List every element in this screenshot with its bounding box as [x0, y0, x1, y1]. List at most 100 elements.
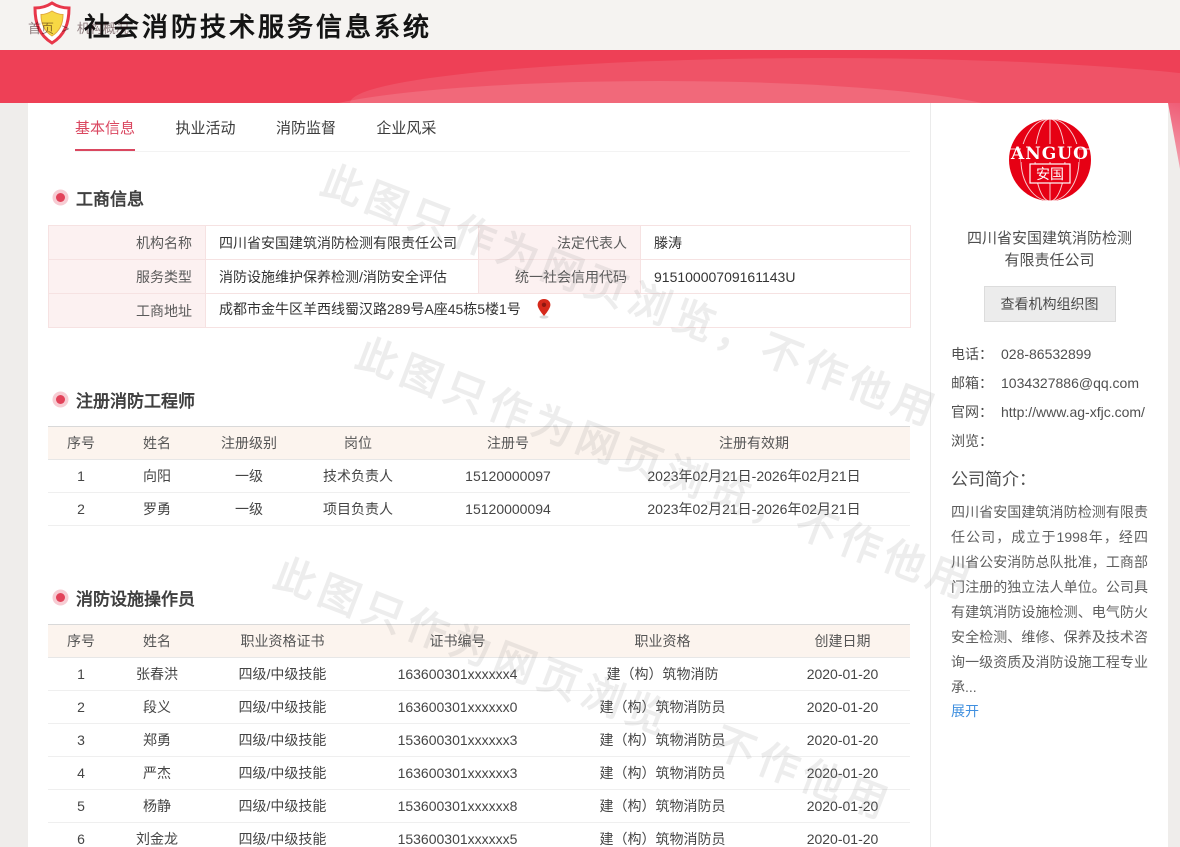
column-header: 序号 [48, 427, 114, 460]
phone-label: 电话： [951, 344, 1001, 364]
table-cell: 罗勇 [114, 493, 200, 526]
table-cell: 建（构）筑物消防员 [550, 691, 775, 724]
main-content: 基本信息 执业活动 消防监督 企业风采 工商信息 机构名称 四川省安国建筑消防检… [28, 103, 930, 847]
company-name: 四川省安国建筑消防检测 有限责任公司 [951, 228, 1148, 272]
views-value [1001, 431, 1148, 451]
section-bullet-icon [56, 395, 65, 404]
section-bullet-icon [56, 593, 65, 602]
column-header: 岗位 [298, 427, 418, 460]
table-cell: 1 [48, 460, 114, 493]
table-row: 4严杰四级/中级技能163600301xxxxxx3建（构）筑物消防员2020-… [48, 757, 910, 790]
table-cell: 四级/中级技能 [200, 658, 365, 691]
service-type-value: 消防设施维护保养检测/消防安全评估 [206, 260, 479, 294]
table-cell: 四级/中级技能 [200, 691, 365, 724]
business-info-table: 机构名称 四川省安国建筑消防检测有限责任公司 法定代表人 滕涛 服务类型 消防设… [48, 225, 911, 328]
table-cell: 项目负责人 [298, 493, 418, 526]
company-intro-text: 四川省安国建筑消防检测有限责任公司，成立于1998年，经四川省公安消防总队批准，… [951, 500, 1148, 700]
column-header: 注册有效期 [598, 427, 910, 460]
column-header: 姓名 [114, 427, 200, 460]
column-header: 职业资格 [550, 625, 775, 658]
table-cell: 郑勇 [114, 724, 200, 757]
view-org-chart-button[interactable]: 查看机构组织图 [984, 286, 1116, 322]
table-cell: 2020-01-20 [775, 823, 910, 847]
table-cell: 一级 [200, 493, 298, 526]
table-cell: 15120000094 [418, 493, 598, 526]
map-pin-icon[interactable] [537, 306, 551, 322]
section-title: 工商信息 [76, 185, 144, 210]
table-cell: 3 [48, 724, 114, 757]
section-operators-header: 消防设施操作员 [48, 585, 930, 610]
table-row: 3郑勇四级/中级技能153600301xxxxxx3建（构）筑物消防员2020-… [48, 724, 910, 757]
table-cell: 刘金龙 [114, 823, 200, 847]
column-header: 职业资格证书 [200, 625, 365, 658]
breadcrumb-home-link[interactable]: 首页 [28, 21, 54, 36]
expand-link[interactable]: 展开 [951, 701, 979, 721]
table-cell: 四级/中级技能 [200, 724, 365, 757]
table-cell: 四级/中级技能 [200, 823, 365, 847]
tab-basic-info[interactable]: 基本信息 [75, 117, 135, 151]
band-corner-decoration [1168, 103, 1180, 169]
table-cell: 5 [48, 790, 114, 823]
table-cell: 向阳 [114, 460, 200, 493]
website-label: 官网： [951, 402, 1001, 422]
table-cell: 1 [48, 658, 114, 691]
breadcrumb-band [0, 50, 1180, 103]
email-value: 1034327886@qq.com [1001, 373, 1148, 393]
section-business-info-header: 工商信息 [48, 185, 930, 210]
table-cell: 建（构）筑物消防员 [550, 790, 775, 823]
site-title: 社会消防技术服务信息系统 [84, 7, 432, 44]
tab-company-showcase[interactable]: 企业风采 [376, 117, 436, 149]
table-cell: 段义 [114, 691, 200, 724]
company-logo: ANGUO 安国 [951, 119, 1148, 206]
table-cell: 2020-01-20 [775, 757, 910, 790]
table-row: 5杨静四级/中级技能153600301xxxxxx8建（构）筑物消防员2020-… [48, 790, 910, 823]
section-engineers-header: 注册消防工程师 [48, 387, 930, 412]
table-cell: 2023年02月21日-2026年02月21日 [598, 493, 910, 526]
table-cell: 建（构）筑物消防员 [550, 823, 775, 847]
company-name-line1: 四川省安国建筑消防检测 [951, 228, 1148, 250]
breadcrumb-separator: > [62, 21, 70, 36]
address-value: 成都市金牛区羊西线蜀汉路289号A座45栋5楼1号 [206, 294, 911, 328]
address-label: 工商地址 [49, 294, 206, 328]
table-cell: 2023年02月21日-2026年02月21日 [598, 460, 910, 493]
table-cell: 163600301xxxxxx0 [365, 691, 550, 724]
table-header-row: 序号姓名职业资格证书证书编号职业资格创建日期 [48, 625, 910, 658]
column-header: 序号 [48, 625, 114, 658]
legal-rep-value: 滕涛 [641, 226, 911, 260]
content-card: 基本信息 执业活动 消防监督 企业风采 工商信息 机构名称 四川省安国建筑消防检… [28, 103, 1168, 847]
address-text: 成都市金牛区羊西线蜀汉路289号A座45栋5楼1号 [219, 301, 521, 317]
contact-info: 电话： 028-86532899 邮箱： 1034327886@qq.com 官… [951, 344, 1148, 451]
svg-text:安国: 安国 [1036, 166, 1064, 182]
phone-value: 028-86532899 [1001, 344, 1148, 364]
website-link[interactable]: http://www.ag-xfjc.com/ [1001, 402, 1148, 422]
company-name-line2: 有限责任公司 [951, 250, 1148, 272]
table-row: 服务类型 消防设施维护保养检测/消防安全评估 统一社会信用代码 91510000… [49, 260, 911, 294]
table-row: 机构名称 四川省安国建筑消防检测有限责任公司 法定代表人 滕涛 [49, 226, 911, 260]
svg-text:ANGUO: ANGUO [1010, 144, 1089, 164]
credit-code-label: 统一社会信用代码 [479, 260, 641, 294]
table-cell: 严杰 [114, 757, 200, 790]
table-cell: 建（构）筑物消防员 [550, 724, 775, 757]
table-cell: 153600301xxxxxx8 [365, 790, 550, 823]
table-cell: 153600301xxxxxx5 [365, 823, 550, 847]
views-row: 浏览： [951, 431, 1148, 451]
column-header: 姓名 [114, 625, 200, 658]
table-cell: 15120000097 [418, 460, 598, 493]
section-title: 注册消防工程师 [76, 387, 195, 412]
table-cell: 建（构）筑物消防员 [550, 757, 775, 790]
tab-fire-supervision[interactable]: 消防监督 [276, 117, 336, 149]
table-cell: 6 [48, 823, 114, 847]
operators-table: 序号姓名职业资格证书证书编号职业资格创建日期1张春洪四级/中级技能1636003… [48, 624, 910, 847]
table-header-row: 序号姓名注册级别岗位注册号注册有效期 [48, 427, 910, 460]
table-row: 6刘金龙四级/中级技能153600301xxxxxx5建（构）筑物消防员2020… [48, 823, 910, 847]
org-name-value: 四川省安国建筑消防检测有限责任公司 [206, 226, 479, 260]
company-intro-title: 公司简介： [951, 465, 1148, 490]
breadcrumb: 首页 > 机构概况 [28, 18, 133, 37]
table-cell: 技术负责人 [298, 460, 418, 493]
org-name-label: 机构名称 [49, 226, 206, 260]
app-header: 社会消防技术服务信息系统 [0, 0, 1180, 50]
table-cell: 2020-01-20 [775, 691, 910, 724]
tab-practice-activity[interactable]: 执业活动 [175, 117, 235, 149]
table-cell: 2020-01-20 [775, 790, 910, 823]
table-cell: 4 [48, 757, 114, 790]
